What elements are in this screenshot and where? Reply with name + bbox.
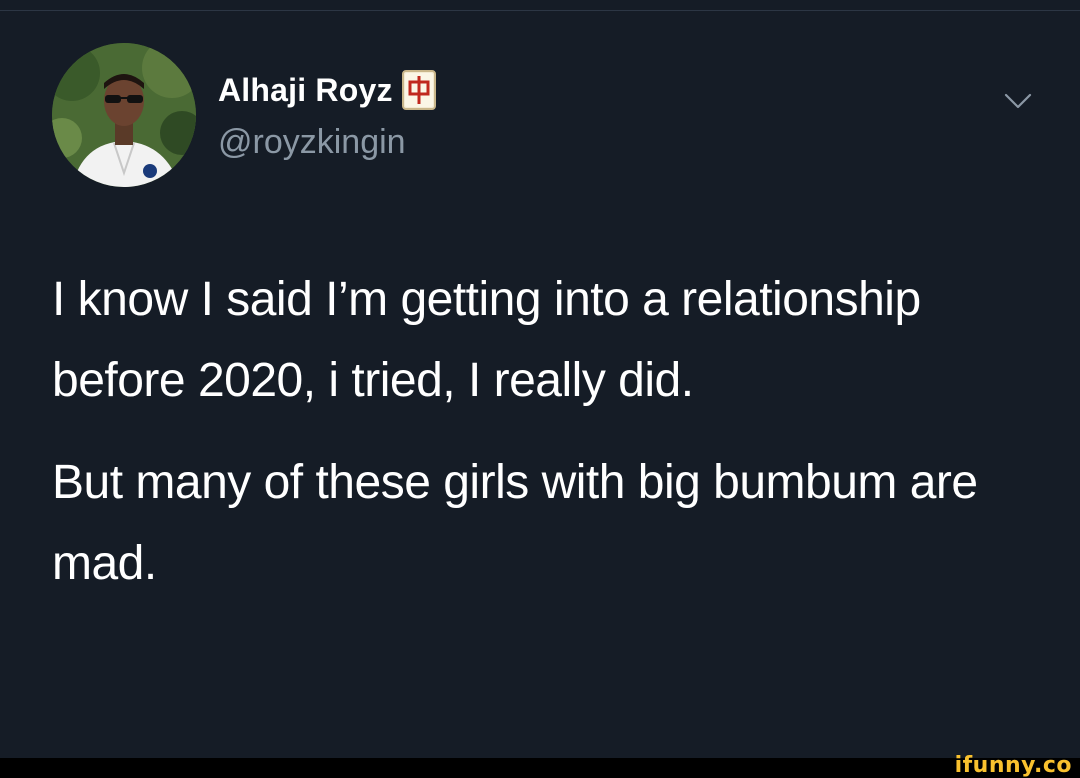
- tweet-paragraph: I know I said I’m getting into a relatio…: [52, 273, 921, 407]
- avatar[interactable]: [52, 43, 196, 187]
- author-name-row[interactable]: Alhaji Royz: [218, 69, 437, 111]
- tweet-paragraph: But many of these girls with big bumbum …: [52, 456, 978, 590]
- avatar-image: [52, 43, 196, 187]
- top-divider: [0, 0, 1080, 11]
- ifunny-watermark: ifunny.co: [954, 753, 1072, 778]
- chevron-down-icon[interactable]: [1003, 91, 1033, 111]
- author-handle[interactable]: @royzkingin: [218, 123, 406, 162]
- tweet-card: Alhaji Royz @royzkingin I know I said I’…: [0, 11, 1080, 758]
- author-display-name[interactable]: Alhaji Royz: [218, 72, 393, 109]
- tweet-text: I know I said I’m getting into a relatio…: [52, 259, 1032, 604]
- footer-bar: [0, 758, 1080, 778]
- mahjong-red-dragon-icon: [401, 70, 436, 110]
